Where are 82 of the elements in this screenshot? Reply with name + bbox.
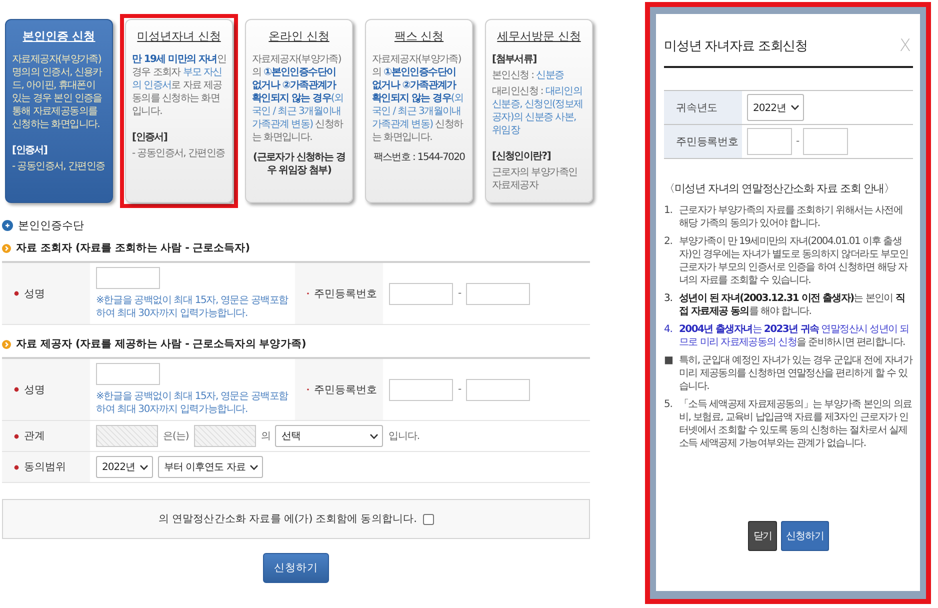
input-field[interactable] [803,128,848,155]
card-label: [인증서] [12,144,48,157]
card-label: [첨부서류] [492,53,538,66]
dropdown[interactable]: 선택 [275,425,384,447]
field-label: 관계 [24,429,45,443]
notice-text: 부양가족이 만 19세미만의 자녀(2004.01.01 이후 출생자)인 경우에는 자녀가 별도로 동의하지 않더라도 부모인 근로자가 부모의 인증서로 인증을 하여 신청하면 해당 자녀의 자료를 조회할 수 있습니다. [679,235,909,287]
notice-text: 특히, 군입대 예정인 자녀가 있는 경우 군입대 전에 자녀가 미리 제공동의를 신청하면 연말정산을 편리하게 할 수 있습니다. [679,354,913,393]
field-label: 동의범위 [24,460,66,474]
field-label: 주민등록번호 [314,382,377,396]
dropdown[interactable]: 부터 이후연도 자료 [158,456,264,478]
submit-button[interactable]: 신청하기 [263,553,329,583]
card-title: 본인인증 신청 [22,29,96,44]
option-card[interactable]: 온라인 신청 자료제공자(부양가족)의 ①본인인증수단이 없거나 ②가족관계가 확인되지 않는 경우(외국인 / 최근 3개월이내 가족관계 변동) 신청하는 화면입니다. (근로자가 신청하는 경우 위임장 첨부) [245,19,353,203]
checkbox[interactable] [422,514,434,524]
field-label: 성명 [24,286,45,300]
option-card[interactable]: 팩스 신청 자료제공자(부양가족)의 ①본인인증수단이 없거나 ②가족관계가 확인되지 않는 경우(외국인 / 최근 3개월이내 가족관계 변동) 신청하는 화면입니다. 팩스번호 : 1544-7020 [365,19,473,203]
card-text: 자료제공자(부양가족)의 ①본인인증수단이 없거나 ②가족관계가 확인되지 않는 경우(외국인 / 최근 3개월이내 가족관계 변동) 신청하는 화면입니다. [252,53,344,144]
card-title: 세무서방문 신청 [496,29,582,44]
bullet-icon [2,340,11,348]
inline-text: - [458,288,462,299]
notice-text: 근로자가 부양가족의 자료를 조회하기 위해서는 사전에 해당 가족의 동의가 있어야 합니다. [679,204,904,230]
input-field[interactable] [466,282,530,304]
input-field[interactable] [96,267,160,289]
notice-text: 2004년 출생자녀는 2023년 귀속 연말정산시 성년이 되므로 미리 자료제공동의 신청을 준비하시면 편리합니다. [679,323,910,349]
notice-text: 「소득 세액공제 자료제공동의」는 부양가족 본인의 의료비, 보험료, 교육비 납입금액 자료를 제3자인 근로자가 인터넷에서 조회할 수 있도록 동의 신청하는 절차로서 실제 소득 세액공제 가능여부와는 관계가 없습니다. [679,398,913,450]
card-note: 팩스번호 : 1544-7020 [372,151,466,164]
list-marker: 4. [664,323,674,337]
inline-text: 은(는) [163,430,189,443]
consent-text: 의 연말정산간소화 자료를 에(가) 조회함에 동의합니다. [158,512,417,526]
input-hint: ※한글을 공백없이 최대 15자, 영문은 공백포함하여 최대 30자까지 입력가능합니다. [96,294,289,320]
input-field[interactable] [96,363,160,385]
dropdown[interactable]: 2022년 [96,456,153,478]
bullet-icon [2,244,11,252]
field-label: 귀속년도 [676,100,718,114]
group-title: 자료 제공자 (자료를 제공하는 사람 - 근로소득자의 부양가족) [16,337,306,351]
card-title: 팩스 신청 [393,29,445,44]
input-field[interactable] [389,378,453,400]
list-marker: 3. [664,292,674,306]
list-marker: 5. [664,398,674,412]
option-card[interactable]: 세무서방문 신청 [첨부서류] 본인신청 : 신분증 대리인신청 : 대리인의 신분증, 신청인(정보제공자)의 신분증 사본, 위임장 [신청인이란?] 근로자의 부양가족인 자료제공자 [485,19,593,203]
dropdown[interactable]: 2022년 [747,94,804,121]
option-card[interactable]: 미성년자녀 신청 만 19세 미만의 자녀인 경우 조회자 부모 자신의 인증서로 자료 제공 동의를 신청하는 화면입니다. [인증서] - 공동인증서, 간편인증 [125,19,233,203]
card-text: 대리인신청 : 대리인의 신분증, 신청인(정보제공자)의 신분증 사본, 위임장 [492,85,584,137]
card-text: - 공동인증서, 간편인증 [12,160,106,173]
card-note: (근로자가 신청하는 경우 위임장 첨부) [252,151,346,177]
chevron-down-icon [370,434,378,438]
chevron-down-icon [790,105,799,110]
card-title: 온라인 신청 [268,29,330,44]
card-text: 만 19세 미만의 자녀인 경우 조회자 부모 자신의 인증서로 자료 제공 동의를 신청하는 화면입니다. [132,53,226,118]
input-hint: ※한글을 공백없이 최대 15자, 영문은 공백포함하여 최대 30자까지 입력가능합니다. [96,390,289,416]
field-label: 주민등록번호 [314,286,377,300]
inline-text: - [458,384,462,395]
option-card[interactable]: 본인인증 신청 자료제공자(부양가족) 명의의 인증서, 신용카드, 아이핀, 휴대폰이 있는 경우 본인 인증을 통해 자료제공동의를 신청하는 화면입니다. [인증서] - 공동인증서, 간편인증 [5,19,113,203]
section-title: 본인인증수단 [18,218,84,233]
card-label: [신청인이란?] [492,150,552,163]
list-marker: 2. [664,235,674,249]
apply-button[interactable]: 신청하기 [781,521,829,551]
group-title: 자료 조회자 (자료를 조회하는 사람 - 근로소득자) [16,241,250,255]
chevron-down-icon [140,464,148,470]
card-title: 미성년자녀 신청 [136,29,222,44]
card-text: 자료제공자(부양가족) 명의의 인증서, 신용카드, 아이핀, 휴대폰이 있는 경우 본인 인증을 통해 자료제공동의를 신청하는 화면입니다. [12,53,104,131]
inline-text: - [796,136,800,147]
inline-text: 의 [260,430,270,443]
card-label: [인증서] [132,131,168,144]
chevron-down-icon [250,464,258,470]
close-button[interactable]: 닫기 [748,521,778,551]
bullet-icon [2,220,13,231]
input-field[interactable] [389,282,453,304]
field-label: 성명 [24,382,45,396]
card-text: 자료제공자(부양가족)의 ①본인인증수단이 없거나 ②가족관계가 확인되지 않는 경우(외국인 / 최근 3개월이내 가족관계 변동) 신청하는 화면입니다. [372,53,464,144]
input-field[interactable] [747,128,792,155]
list-marker: ■ [664,354,674,368]
field-label: 주민등록번호 [676,134,738,148]
list-marker: 1. [664,204,674,218]
notice-text: 성년이 된 자녀(2003.12.31 이전 출생자)는 본인이 직접 자료제공 동의를 해야 합니다. [679,292,906,318]
notice-title: 〈미성년 자녀의 연말정산간소화 자료 조회 안내〉 [664,181,896,196]
inline-text: 입니다. [388,430,420,443]
card-text: - 공동인증서, 간편인증 [132,147,226,160]
card-text: 본인신청 : 신분증 [492,69,565,82]
input-field[interactable] [466,378,530,400]
dialog-title: 미성년 자녀자료 조회신청 [664,38,808,55]
card-text: 근로자의 부양가족인 자료제공자 [492,166,578,192]
